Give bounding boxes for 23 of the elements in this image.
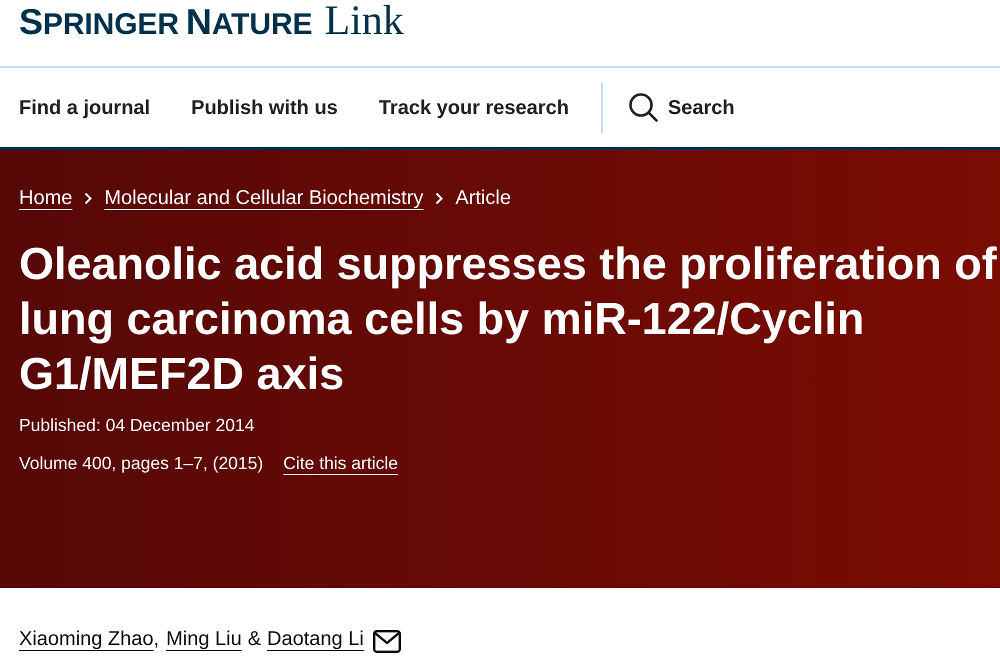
- mail-icon[interactable]: [372, 630, 401, 652]
- author-link[interactable]: Ming Liu: [166, 625, 242, 653]
- search-icon: [628, 93, 658, 122]
- author-link[interactable]: Xiaoming Zhao: [19, 625, 154, 653]
- logo-product-name: Link: [324, 0, 404, 42]
- author-link[interactable]: Daotang Li: [267, 625, 364, 653]
- breadcrumb-link[interactable]: Home: [19, 186, 72, 210]
- nav-link[interactable]: Find a journal: [19, 92, 150, 122]
- publication-date: Published: 04 December 2014: [19, 414, 256, 437]
- cite-link[interactable]: Cite this article: [283, 451, 398, 475]
- search-button[interactable]: Search: [628, 92, 735, 122]
- nav-link[interactable]: Track your research: [378, 92, 569, 122]
- nav-link[interactable]: Publish with us: [191, 92, 338, 122]
- author-separator: ,: [154, 627, 160, 652]
- logo[interactable]: SPRINGER NATURE Link: [19, 0, 404, 46]
- chevron-right-icon: [435, 192, 444, 204]
- breadcrumb-current: Article: [455, 186, 511, 210]
- logo-wordmark: SPRINGER NATURE: [19, 1, 312, 44]
- breadcrumb-link[interactable]: Molecular and Cellular Biochemistry: [104, 186, 424, 210]
- author-separator: &: [248, 627, 262, 652]
- chevron-right-icon: [84, 192, 92, 204]
- article-title: Oleanolic acid suppresses the proliferation of lung carcinoma cells by miR-122/Cyclin G1/MEF2D axis: [19, 237, 998, 401]
- volume-pages: Volume 400, pages 1–7, (2015): [19, 452, 264, 475]
